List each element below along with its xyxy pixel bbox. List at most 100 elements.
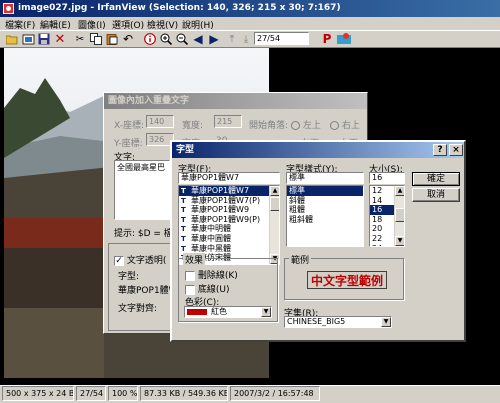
list-item[interactable]: 斜體 <box>287 196 363 206</box>
size-scroll-thumb[interactable] <box>395 208 404 222</box>
script-value: CHINESE_BIG5 <box>287 317 346 326</box>
size-list[interactable]: 12141618202224 ▲ ▼ <box>369 185 405 247</box>
page-field[interactable]: 27/54 <box>254 32 309 45</box>
list-item-label: 18 <box>372 214 383 224</box>
delete-icon[interactable]: ✕ <box>52 32 68 47</box>
start-corner-label: 開始角落: <box>249 121 289 131</box>
truetype-font-icon: T <box>181 234 186 243</box>
size-scroll-up-icon[interactable]: ▲ <box>395 186 404 196</box>
top-left-label: 左上 <box>302 121 321 131</box>
top-right-radio[interactable]: 右上 <box>330 118 360 131</box>
color-select[interactable]: 紅色 ▼ <box>184 306 272 318</box>
list-item-label: 20 <box>372 224 383 234</box>
font-dialog-title: 字型 <box>176 145 195 155</box>
sample-label: 範例 <box>289 253 312 266</box>
chevron-down-icon[interactable]: ▼ <box>261 307 271 317</box>
top-right-radio-dot <box>330 121 339 130</box>
status-filesize: 87.33 KB / 549.36 KB <box>140 386 228 401</box>
truetype-font-icon: T <box>181 215 186 224</box>
list-item[interactable]: T 華康POP1體W9 <box>179 205 269 215</box>
page-field-value: 27/54 <box>257 34 281 43</box>
irfanview-icon[interactable] <box>336 32 352 46</box>
font-family-value: 華康POP1體W7 <box>181 173 240 182</box>
list-item[interactable]: 20 <box>370 224 394 234</box>
main-title-bar: image027.jpg - IrfanView (Selection: 140… <box>0 0 500 17</box>
top-left-radio-dot <box>291 121 300 130</box>
underline-checkbox[interactable]: 底線(U) <box>185 282 230 295</box>
list-item[interactable]: 16 <box>370 205 394 215</box>
list-item[interactable]: 粗斜體 <box>287 215 363 225</box>
list-item[interactable]: 標準 <box>287 186 363 196</box>
transparent-checkbox[interactable]: ✓ 文字透明( <box>114 253 166 266</box>
width-value: 215 <box>217 117 233 126</box>
slideshow-icon[interactable] <box>20 32 36 46</box>
font-style-items: 標準 斜體 粗體 粗斜體 <box>287 186 363 224</box>
next-icon[interactable]: ▶ <box>206 32 222 46</box>
list-item-label: 斜體 <box>289 195 305 205</box>
p-icon[interactable]: P <box>319 32 335 46</box>
undo-icon[interactable]: ↶ <box>120 32 136 46</box>
list-item[interactable]: 24 <box>370 244 394 246</box>
strikeout-box <box>185 270 195 281</box>
zoom-out-icon[interactable] <box>174 32 190 46</box>
truetype-font-icon: T <box>181 196 186 205</box>
previous-icon[interactable]: ◀ <box>190 32 206 46</box>
rotate-right-icon[interactable]: ⤓ <box>238 32 254 46</box>
list-item-label: 華康中明體 <box>191 224 231 234</box>
font-style-input[interactable]: 標準 <box>286 172 364 184</box>
list-item[interactable]: 粗體 <box>287 205 363 215</box>
transparent-label: 文字透明( <box>126 256 167 266</box>
top-left-radio[interactable]: 左上 <box>291 118 321 131</box>
top-right-label: 右上 <box>341 121 360 131</box>
ok-label: 確定 <box>426 174 445 184</box>
status-zoom: 100 % <box>108 386 138 401</box>
info-icon[interactable] <box>142 32 158 46</box>
list-item[interactable]: 22 <box>370 234 394 244</box>
close-icon[interactable]: × <box>449 144 463 156</box>
ok-button[interactable]: 確定 <box>412 172 460 186</box>
font-family-input[interactable]: 華康POP1體W7 <box>178 172 280 184</box>
list-item[interactable]: T 華康POP1體W7 <box>179 186 269 196</box>
cut-icon[interactable]: ✂ <box>72 32 88 46</box>
effects-group: 效果 刪除線(K) 底線(U) 色彩(C): 紅色 ▼ <box>178 253 278 322</box>
size-scroll-down-icon[interactable]: ▼ <box>395 236 404 246</box>
list-item[interactable]: T 華康POP1體W7(P) <box>179 196 269 206</box>
font-list-scrollbar[interactable]: ▲ ▼ <box>269 186 279 264</box>
truetype-font-icon: T <box>181 225 186 234</box>
scroll-up-icon[interactable]: ▲ <box>270 186 279 196</box>
script-select[interactable]: CHINESE_BIG5 ▼ <box>284 316 392 328</box>
font-style-value: 標準 <box>289 173 305 182</box>
width-field[interactable]: 215 <box>214 115 242 128</box>
list-item[interactable]: T 華康POP1體W9(P) <box>179 215 269 225</box>
menu-bar: 檔案(F) 編輯(E) 圖像(I) 選項(O) 檢視(V) 說明(H) <box>0 17 500 31</box>
list-item[interactable]: 12 <box>370 186 394 196</box>
font-style-list[interactable]: 標準 斜體 粗體 粗斜體 <box>286 185 364 247</box>
list-item-label: 標準 <box>289 186 305 195</box>
list-item[interactable]: T 華康中圓體 <box>179 234 269 244</box>
list-item-label: 華康POP1體W9(P) <box>191 214 261 224</box>
script-chevron-down-icon[interactable]: ▼ <box>381 317 391 327</box>
list-item[interactable]: T 華康中明體 <box>179 224 269 234</box>
size-list-scrollbar[interactable]: ▲ ▼ <box>394 186 404 246</box>
list-item[interactable]: 14 <box>370 196 394 206</box>
help-button[interactable]: ? <box>433 144 447 156</box>
text-input-value: 全國最高星巴 <box>117 163 165 172</box>
save-icon[interactable] <box>36 32 52 46</box>
width-label: 寬度: <box>182 121 204 131</box>
size-input[interactable]: 16 <box>369 172 405 184</box>
status-index: 27/54 <box>76 386 106 401</box>
open-icon[interactable] <box>4 32 20 46</box>
list-item[interactable]: T 華康中黑體 <box>179 244 269 254</box>
text-input[interactable]: 全國最高星巴 <box>114 160 170 220</box>
strikeout-checkbox[interactable]: 刪除線(K) <box>185 268 238 281</box>
y-coord-label: Y-座標: <box>114 139 143 149</box>
cancel-button[interactable]: 取消 <box>412 188 460 202</box>
scroll-thumb[interactable] <box>270 197 279 211</box>
copy-icon[interactable] <box>88 32 104 46</box>
window-title: image027.jpg - IrfanView (Selection: 140… <box>18 3 341 13</box>
zoom-in-icon[interactable] <box>158 32 174 46</box>
paste-icon[interactable] <box>104 32 120 46</box>
x-coord-field[interactable]: 140 <box>146 115 174 128</box>
list-item-label: 粗體 <box>289 205 305 215</box>
list-item[interactable]: 18 <box>370 215 394 225</box>
